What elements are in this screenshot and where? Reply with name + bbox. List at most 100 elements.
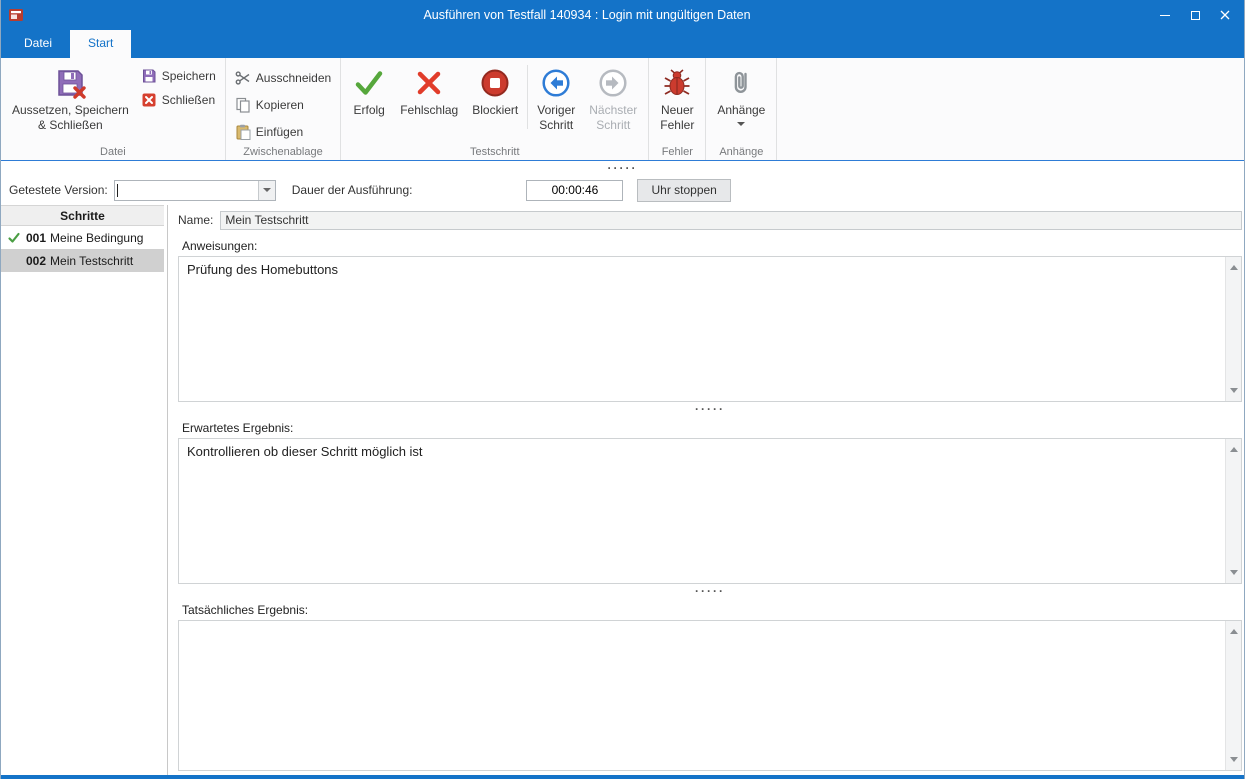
anweisungen-wrap: Prüfung des Homebuttons <box>178 256 1242 402</box>
kopieren-label: Kopieren <box>256 98 304 112</box>
testschritt-separator <box>527 65 528 129</box>
ribbon-tabstrip: Datei Start <box>1 30 1244 58</box>
previous-step-icon <box>540 65 572 101</box>
speichern-button[interactable]: Speichern <box>136 67 221 85</box>
ribbon-group-fehler: Neuer Fehler Fehler <box>649 58 706 160</box>
schliessen-button[interactable]: Schließen <box>136 91 221 109</box>
voriger-label-line2: Schritt <box>539 118 573 132</box>
kopieren-button[interactable]: Kopieren <box>230 96 336 114</box>
step-item-002[interactable]: 002 Mein Testschritt <box>1 249 164 272</box>
paste-icon <box>235 124 251 140</box>
neuer-fehler-label-line2: Fehler <box>660 118 694 132</box>
aussetzen-label-line2: & Schließen <box>38 118 103 132</box>
tab-start[interactable]: Start <box>70 30 131 58</box>
splitter-dots-icon <box>695 584 725 598</box>
version-label: Getestete Version: <box>9 183 108 197</box>
ribbon-group-anhaenge: Anhänge Anhänge <box>706 58 777 160</box>
scroll-down-icon[interactable] <box>1230 570 1238 579</box>
step-icon-placeholder <box>7 254 22 268</box>
blockiert-label: Blockiert <box>472 103 518 118</box>
test-step-form: Name: Anweisungen: Prüfung des Homebutto… <box>168 205 1244 775</box>
voriger-schritt-button[interactable]: Voriger Schritt <box>530 61 582 133</box>
version-input[interactable] <box>118 181 258 200</box>
ausschneiden-button[interactable]: Ausschneiden <box>230 69 336 87</box>
speichern-label: Speichern <box>162 69 216 83</box>
scrollbar[interactable] <box>1225 621 1241 770</box>
duration-field[interactable] <box>526 180 623 201</box>
erwartetes-textarea[interactable]: Kontrollieren ob dieser Schritt möglich … <box>179 439 1225 583</box>
scroll-down-icon[interactable] <box>1230 757 1238 766</box>
ribbon: Aussetzen, Speichern & Schließen Speiche <box>1 58 1244 161</box>
maximize-icon <box>1191 11 1200 20</box>
paperclip-icon <box>725 65 757 101</box>
duration-label: Dauer der Ausführung: <box>292 183 413 197</box>
splitter-dots-icon <box>608 161 638 175</box>
success-check-icon <box>353 65 385 101</box>
naechster-schritt-button[interactable]: Nächster Schritt <box>582 61 644 133</box>
section-splitter-2[interactable] <box>178 584 1242 597</box>
scrollbar[interactable] <box>1225 257 1241 401</box>
save-close-icon <box>54 65 86 101</box>
tatsaechliches-textarea[interactable] <box>179 621 1225 770</box>
group-label-anhaenge: Anhänge <box>706 146 776 158</box>
app-window: Ausführen von Testfall 140934 : Login mi… <box>0 0 1245 779</box>
scroll-up-icon[interactable] <box>1230 443 1238 452</box>
blockiert-button[interactable]: Blockiert <box>465 61 525 118</box>
chevron-down-icon <box>263 188 271 196</box>
anweisungen-textarea[interactable]: Prüfung des Homebuttons <box>179 257 1225 401</box>
version-dropdown-button[interactable] <box>258 181 275 200</box>
step-number: 001 <box>26 231 46 245</box>
window-bottom-border <box>1 775 1244 779</box>
anhaenge-button[interactable]: Anhänge <box>710 61 772 130</box>
name-row: Name: <box>178 210 1242 230</box>
uhr-stoppen-button[interactable]: Uhr stoppen <box>637 179 730 202</box>
fail-x-icon <box>413 65 445 101</box>
neuer-fehler-button[interactable]: Neuer Fehler <box>653 61 701 133</box>
close-button[interactable] <box>1210 0 1240 30</box>
content-area: Schritte 001 Meine Bedingung 002 Mein Te… <box>1 205 1244 775</box>
scrollbar[interactable] <box>1225 439 1241 583</box>
group-label-testschritt: Testschritt <box>341 146 648 158</box>
ribbon-splitter[interactable] <box>1 161 1244 175</box>
step-item-001[interactable]: 001 Meine Bedingung <box>1 226 164 249</box>
step-passed-check-icon <box>7 231 22 245</box>
scroll-down-icon[interactable] <box>1230 388 1238 397</box>
fehlschlag-label: Fehlschlag <box>400 103 458 118</box>
ribbon-group-zwischenablage: Ausschneiden Kopieren <box>226 58 341 160</box>
maximize-button[interactable] <box>1180 0 1210 30</box>
aussetzen-speichern-schliessen-button[interactable]: Aussetzen, Speichern & Schließen <box>5 61 136 133</box>
minimize-icon <box>1160 15 1170 16</box>
bug-icon <box>661 65 693 101</box>
einfuegen-button[interactable]: Einfügen <box>230 123 336 141</box>
scroll-up-icon[interactable] <box>1230 261 1238 270</box>
splitter-dots-icon <box>695 402 725 416</box>
ribbon-group-datei: Aussetzen, Speichern & Schließen Speiche <box>1 58 226 160</box>
save-icon <box>141 68 157 84</box>
erwartetes-label: Erwartetes Ergebnis: <box>182 421 1242 435</box>
erwartetes-wrap: Kontrollieren ob dieser Schritt möglich … <box>178 438 1242 584</box>
scroll-up-icon[interactable] <box>1230 625 1238 634</box>
naechster-label-line1: Nächster <box>589 103 637 117</box>
copy-icon <box>235 97 251 113</box>
group-label-zwischenablage: Zwischenablage <box>226 146 340 158</box>
tab-datei[interactable]: Datei <box>6 30 70 58</box>
minimize-button[interactable] <box>1150 0 1180 30</box>
execution-toolbar: Getestete Version: Dauer der Ausführung:… <box>1 175 1244 205</box>
next-step-icon <box>597 65 629 101</box>
steps-panel: Schritte 001 Meine Bedingung 002 Mein Te… <box>1 205 164 775</box>
section-splitter-1[interactable] <box>178 402 1242 415</box>
tatsaechliches-wrap <box>178 620 1242 771</box>
naechster-label-line2: Schritt <box>596 118 630 132</box>
fehlschlag-button[interactable]: Fehlschlag <box>393 61 465 118</box>
blocked-stop-icon <box>479 65 511 101</box>
step-label: Meine Bedingung <box>50 231 143 245</box>
erfolg-button[interactable]: Erfolg <box>345 61 393 118</box>
window-controls <box>1150 0 1240 30</box>
titlebar: Ausführen von Testfall 140934 : Login mi… <box>1 0 1244 30</box>
neuer-fehler-label-line1: Neuer <box>661 103 694 117</box>
app-icon <box>8 7 24 23</box>
anhaenge-dropdown-icon <box>737 122 745 130</box>
version-combobox <box>114 180 276 201</box>
name-field[interactable] <box>220 211 1242 230</box>
anhaenge-label: Anhänge <box>717 103 765 118</box>
